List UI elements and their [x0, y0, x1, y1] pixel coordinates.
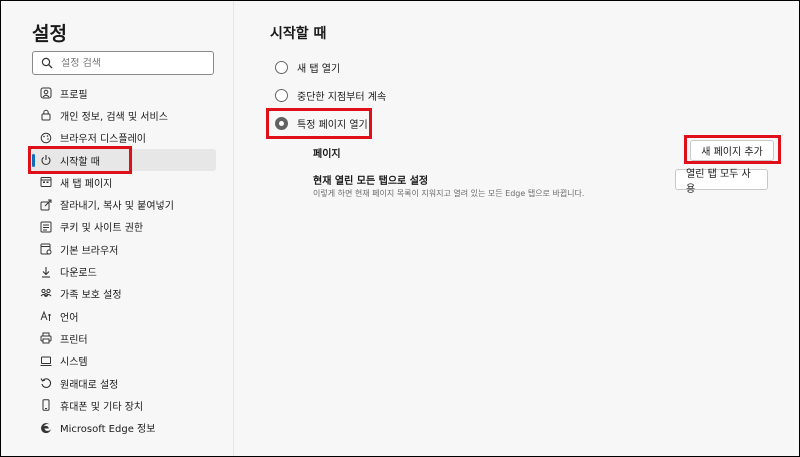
sidebar-item-label: 원래대로 설정	[60, 379, 119, 391]
radio-label: 새 탭 열기	[297, 64, 341, 75]
sidebar-item-downloads[interactable]: 다운로드	[32, 260, 216, 282]
sidebar-item-label: 브라우저 디스플레이	[60, 134, 146, 146]
radio-label: 중단한 지점부터 계속	[297, 92, 387, 103]
sidebar-item-family[interactable]: 가족 보호 설정	[32, 283, 216, 305]
sidebar-item-reset[interactable]: 원래대로 설정	[32, 372, 216, 394]
sidebar-title: 설정	[32, 23, 67, 45]
new-tab-icon	[40, 177, 52, 188]
sidebar-item-label: 새 탭 페이지	[60, 178, 113, 190]
sidebar-item-label: 잘라내기, 복사 및 붙여넣기	[60, 201, 174, 213]
search-input[interactable]	[61, 57, 201, 69]
sidebar: 설정 프로필 개인 정보, 검색 및 서비스 브라우저 디스플레이	[1, 1, 234, 456]
sidebar-item-label: 기본 브라우저	[60, 245, 119, 257]
sidebar-item-label: 쿠키 및 사이트 권한	[60, 223, 144, 235]
use-open-tabs-title: 현재 열린 모든 탭으로 설정	[313, 176, 429, 187]
sidebar-item-cookies[interactable]: 쿠키 및 사이트 권한	[32, 216, 216, 238]
sidebar-item-label: 프린터	[60, 334, 88, 346]
radio-open-new-tab[interactable]: 새 탭 열기	[275, 60, 340, 75]
sidebar-item-default-browser[interactable]: 기본 브라우저	[32, 238, 216, 260]
cookie-icon	[40, 221, 52, 233]
sidebar-item-label: 개인 정보, 검색 및 서비스	[60, 111, 168, 123]
radio-button[interactable]	[275, 61, 288, 74]
sidebar-item-label: 시스템	[60, 357, 88, 369]
printer-icon	[40, 332, 52, 344]
sidebar-item-clipboard[interactable]: 잘라내기, 복사 및 붙여넣기	[32, 193, 216, 215]
sidebar-item-new-tab[interactable]: 새 탭 페이지	[32, 171, 216, 193]
highlight-box	[266, 108, 372, 139]
use-open-tabs-description: 이렇게 하면 현재 페이지 목록이 지워지고 열려 있는 모든 Edge 탭으로…	[313, 189, 585, 198]
family-icon	[40, 288, 52, 297]
sidebar-item-label: 프로필	[60, 89, 88, 101]
page-title: 시작할 때	[270, 26, 327, 42]
sidebar-item-system[interactable]: 시스템	[32, 350, 216, 372]
use-all-open-tabs-button[interactable]: 열린 탭 모두 사용	[675, 169, 768, 195]
sidebar-item-label: 다운로드	[60, 268, 97, 280]
browser-icon	[40, 243, 52, 255]
system-icon	[40, 356, 52, 366]
appearance-icon	[40, 132, 52, 144]
phone-icon	[42, 399, 50, 411]
search-box[interactable]	[32, 51, 214, 75]
download-icon	[42, 266, 50, 278]
sidebar-item-phone[interactable]: 휴대폰 및 기타 장치	[32, 394, 216, 416]
edge-icon	[41, 422, 51, 433]
language-icon	[40, 310, 51, 322]
lock-icon	[41, 110, 51, 121]
sidebar-item-printers[interactable]: 프린터	[32, 327, 216, 349]
highlight-box	[28, 146, 132, 174]
radio-button[interactable]	[275, 89, 288, 102]
settings-window: 설정 프로필 개인 정보, 검색 및 서비스 브라우저 디스플레이	[0, 0, 800, 457]
sidebar-item-about[interactable]: Microsoft Edge 정보	[32, 416, 216, 438]
sidebar-item-privacy[interactable]: 개인 정보, 검색 및 서비스	[32, 104, 216, 126]
profile-icon	[40, 87, 52, 99]
main-panel: 시작할 때 새 탭 열기 중단한 지점부터 계속 특정 페이지 열기 페이지 새…	[234, 1, 799, 456]
share-icon	[40, 199, 52, 211]
sidebar-nav: 프로필 개인 정보, 검색 및 서비스 브라우저 디스플레이 시작할 때 새 탭…	[32, 82, 216, 439]
sidebar-item-profile[interactable]: 프로필	[32, 82, 216, 104]
sidebar-item-label: 언어	[60, 312, 79, 324]
sidebar-item-label: 휴대폰 및 기타 장치	[60, 401, 144, 413]
sidebar-item-label: Microsoft Edge 정보	[60, 424, 156, 436]
highlight-box	[684, 135, 781, 164]
reset-icon	[40, 378, 52, 388]
search-icon	[41, 57, 53, 69]
pages-label: 페이지	[313, 149, 341, 160]
sidebar-item-languages[interactable]: 언어	[32, 305, 216, 327]
sidebar-item-label: 가족 보호 설정	[60, 290, 122, 302]
radio-continue-where-left[interactable]: 중단한 지점부터 계속	[275, 88, 386, 103]
